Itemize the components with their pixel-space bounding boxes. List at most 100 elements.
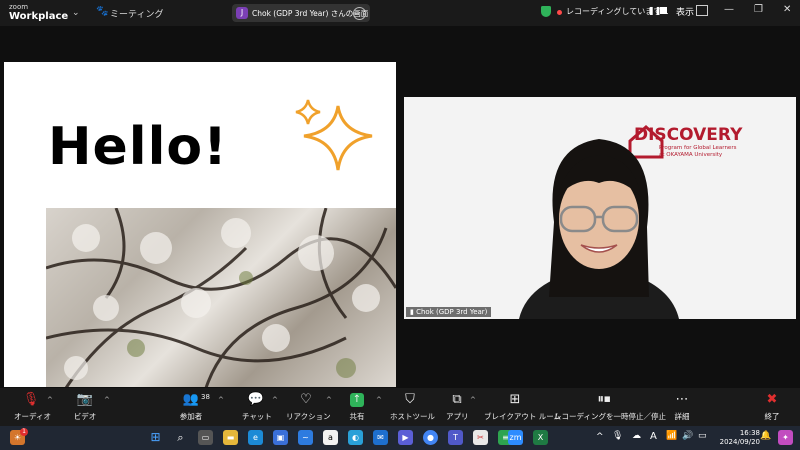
more-label: 詳細 — [674, 412, 690, 421]
participants-caret-icon[interactable]: ^ — [218, 396, 224, 404]
app-icon[interactable]: ~ — [298, 430, 313, 445]
onedrive-icon[interactable]: ☁ — [632, 431, 641, 441]
clock[interactable]: 16:38 2024/09/20 — [720, 429, 760, 447]
photos-icon[interactable]: ◐ — [348, 430, 363, 445]
video-caret-icon[interactable]: ^ — [104, 396, 110, 404]
audio-label: オーディオ — [14, 412, 51, 421]
apps-label: アプリ — [446, 412, 469, 421]
mic-muted-icon: 🎙 — [22, 392, 40, 407]
copilot-icon[interactable]: ✦ — [778, 430, 793, 445]
apps-button[interactable]: ⧉ アプリ — [446, 391, 469, 422]
video-label: ビデオ — [73, 412, 97, 421]
end-button[interactable]: ✖ 終了 — [762, 391, 782, 422]
teams-icon[interactable]: T — [448, 430, 463, 445]
audio-button[interactable]: 🎙 オーディオ — [14, 391, 51, 422]
host-tools-button[interactable]: ⛉ ホストツール — [390, 391, 435, 422]
camera-off-icon: 📷 — [76, 392, 94, 407]
ellipsis-icon: ⋯ — [675, 392, 689, 407]
more-button[interactable]: ⋯ 詳細 — [672, 391, 692, 422]
snipping-tool-icon[interactable]: ✂ — [473, 430, 488, 445]
shield-icon: ⛉ — [405, 392, 415, 407]
chevron-down-icon[interactable]: ⌄ — [72, 8, 80, 18]
battery-icon[interactable]: ▭ — [698, 431, 707, 441]
pause-stop-icon: ⏸⏹ — [597, 392, 611, 407]
reactions-caret-icon[interactable]: ^ — [326, 396, 332, 404]
edge-icon[interactable]: e — [248, 430, 263, 445]
windows-taskbar: ☀ 1 ⊞ ⌕ ▭ ▬ e ▣ ~ a ◐ ✉ ▶ ● T ✂ ≡ zm X ^… — [0, 426, 800, 450]
zoom-logo-top: zoom — [9, 3, 29, 11]
clock-date: 2024/09/20 — [719, 438, 760, 446]
sharer-avatar: J — [236, 7, 248, 19]
zoom-logo: Workplace — [9, 11, 69, 22]
breakout-label: ブレイクアウト ルーム — [484, 412, 562, 421]
audio-caret-icon[interactable]: ^ — [47, 396, 53, 404]
tray-caret-icon[interactable]: ^ — [596, 432, 604, 442]
shared-screen: Hello! — [4, 62, 396, 387]
meeting-toolbar: 🎙 オーディオ ^ 📷 ビデオ ^ 👥 参加者 38 ^ 💬 チャット ^ ♡ … — [0, 388, 800, 426]
sparkle-icon — [295, 99, 373, 171]
speaker-icon[interactable]: 🔊 — [682, 431, 693, 441]
media-player-icon[interactable]: ▶ — [398, 430, 413, 445]
recording-dot-icon — [557, 10, 562, 15]
participants-count: 38 — [201, 393, 210, 401]
view-layout-icon[interactable] — [696, 5, 708, 16]
close-button[interactable]: ✕ — [783, 4, 791, 15]
share-caret-icon[interactable]: ^ — [376, 396, 382, 404]
share-label: 共有 — [349, 412, 365, 421]
wifi-icon[interactable]: 📶 — [666, 431, 677, 441]
apps-icon: ⧉ — [452, 392, 462, 407]
host-tools-label: ホストツール — [390, 412, 435, 421]
share-button[interactable]: ↑ 共有 — [346, 391, 368, 422]
windows-start-icon[interactable]: ⊞ — [148, 430, 163, 445]
chat-caret-icon[interactable]: ^ — [272, 396, 278, 404]
restore-button[interactable]: ❐ — [754, 4, 763, 15]
zoom-app-icon[interactable]: zm — [508, 430, 523, 445]
grid-icon: ⊞ — [509, 392, 521, 407]
ime-indicator[interactable]: A — [650, 431, 657, 442]
screen-share-pill[interactable]: J Chok (GDP 3rd Year) さんの画面 ··· — [232, 4, 370, 22]
participant-name: Chok (GDP 3rd Year) — [416, 308, 488, 316]
meeting-label[interactable]: ミーティング — [110, 7, 163, 20]
chat-button[interactable]: 💬 チャット — [242, 391, 272, 422]
store-icon[interactable]: ▣ — [273, 430, 288, 445]
minimize-button[interactable]: — — [724, 4, 734, 15]
task-view-icon[interactable]: ▭ — [198, 430, 213, 445]
slide-heading: Hello! — [48, 117, 228, 177]
view-button[interactable]: 表示 — [676, 5, 694, 18]
pause-recording-button[interactable]: ⏸⏹ レコーディングを一時停止／停止 — [554, 391, 666, 422]
participants-label: 参加者 — [179, 412, 203, 421]
video-button[interactable]: 📷 ビデオ — [72, 391, 98, 422]
reactions-button[interactable]: ♡ リアクション — [286, 391, 331, 422]
heart-icon: ♡ — [300, 392, 312, 407]
signal-icon: ▮ — [410, 308, 414, 316]
pause-recording-label: レコーディングを一時停止／停止 — [554, 412, 666, 421]
share-label: Chok (GDP 3rd Year) さんの画面 — [252, 9, 369, 18]
chrome-icon[interactable]: ● — [423, 430, 438, 445]
notification-bell-icon[interactable]: 🔔 — [760, 431, 771, 441]
share-arrow-icon: ↑ — [350, 393, 364, 407]
stop-icon[interactable] — [660, 7, 667, 14]
chat-icon: 💬 — [247, 392, 265, 407]
excel-icon[interactable]: X — [533, 430, 548, 445]
mic-tray-icon[interactable]: 🎙 — [612, 431, 623, 441]
amazon-icon[interactable]: a — [323, 430, 338, 445]
paw-icon: 🐾 — [96, 6, 109, 17]
title-bar: zoom Workplace ⌄ 🐾 ミーティング J Chok (GDP 3r… — [0, 0, 800, 26]
reactions-label: リアクション — [286, 412, 331, 421]
notification-badge: 1 — [20, 428, 28, 436]
end-label: 終了 — [764, 412, 780, 421]
participant-video[interactable]: DISCOVERY Program for Global Learners at… — [404, 97, 796, 319]
file-explorer-icon[interactable]: ▬ — [223, 430, 238, 445]
participant-name-badge: ▮ Chok (GDP 3rd Year) — [406, 307, 492, 317]
participant-person — [519, 139, 679, 319]
breakout-rooms-button[interactable]: ⊞ ブレイクアウト ルーム — [484, 391, 561, 422]
apps-caret-icon[interactable]: ^ — [470, 396, 476, 404]
search-icon[interactable]: ⌕ — [173, 430, 188, 445]
shield-icon[interactable] — [541, 6, 551, 17]
chat-label: チャット — [242, 412, 272, 421]
clock-time: 16:38 — [739, 429, 760, 437]
mail-icon[interactable]: ✉ — [373, 430, 388, 445]
more-icon[interactable]: ··· — [353, 7, 366, 20]
end-x-icon: ✖ — [766, 392, 778, 407]
cherry-blossom-photo — [46, 208, 396, 387]
